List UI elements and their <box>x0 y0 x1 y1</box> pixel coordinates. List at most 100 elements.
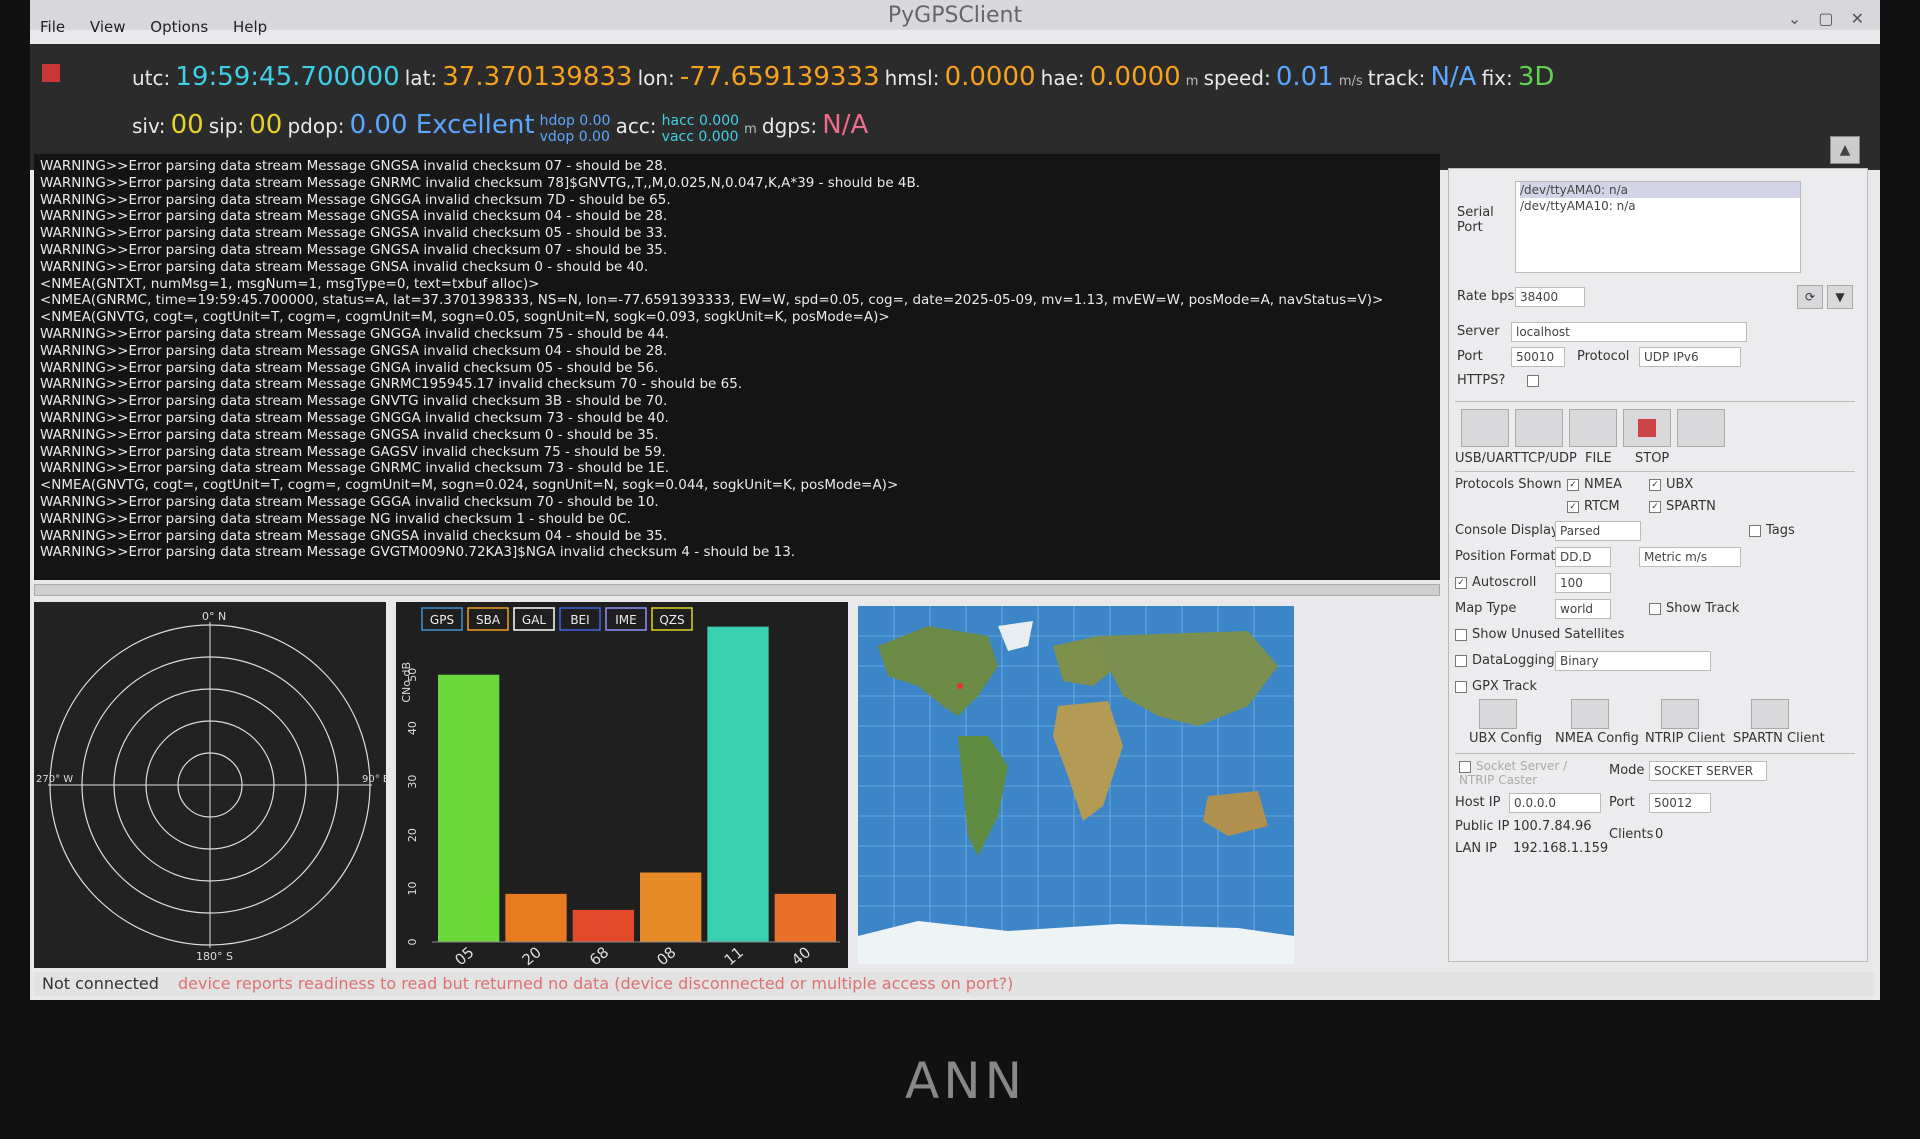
collapse-settings-button[interactable]: ▲ <box>1830 136 1860 164</box>
x-tick-label: 08 <box>653 943 679 968</box>
usb-uart-label: USB/UART <box>1455 451 1521 466</box>
console-line: WARNING>>Error parsing data stream Messa… <box>40 325 669 342</box>
ubx-checkbox[interactable]: ✓ UBX <box>1649 477 1693 492</box>
screen: PyGPSClient ⌄ ▢ ✕ File View Options Help… <box>30 0 1880 1000</box>
legend-label: SBA <box>476 613 501 627</box>
usb-icon[interactable] <box>1461 409 1509 447</box>
port-item-ttyama0[interactable]: /dev/ttyAMA0: n/a <box>1520 182 1800 198</box>
settings-panel: Serial Port /dev/ttyAMA0: n/a /dev/ttyAM… <box>1448 168 1868 962</box>
hmsl-label: hmsl: <box>884 66 940 90</box>
console-line: WARNING>>Error parsing data stream Messa… <box>40 174 921 191</box>
refresh-icon[interactable]: ⟳ <box>1797 285 1823 309</box>
show-unused-checkbox[interactable]: Show Unused Satellites <box>1455 627 1624 642</box>
file-icon[interactable] <box>1569 409 1617 447</box>
server-label: Server <box>1457 324 1500 339</box>
units-select[interactable]: Metric m/s <box>1639 547 1741 567</box>
menu-file[interactable]: File <box>40 18 65 36</box>
host-ip-input[interactable]: 0.0.0.0 <box>1509 793 1601 813</box>
spartn-checkbox[interactable]: ✓ SPARTN <box>1649 499 1716 514</box>
console-line: <NMEA(GNTXT, numMsg=1, msgNum=1, msgType… <box>40 275 540 292</box>
port-label: Port <box>1457 349 1483 364</box>
serial-port-list[interactable]: /dev/ttyAMA0: n/a /dev/ttyAMA10: n/a <box>1515 181 1801 273</box>
speed-value: 0.01 <box>1275 62 1334 92</box>
map-type-select[interactable]: world <box>1555 599 1611 619</box>
mode-select[interactable]: SOCKET SERVER <box>1649 761 1767 781</box>
x-tick-label: 20 <box>519 943 545 968</box>
protocol-select[interactable]: UDP IPv6 <box>1639 347 1741 367</box>
datalogging-select[interactable]: Binary <box>1555 651 1711 671</box>
console-line: WARNING>>Error parsing data stream Messa… <box>40 225 668 242</box>
rate-spinbox[interactable]: 38400 <box>1515 287 1585 307</box>
tags-checkbox[interactable]: Tags <box>1749 523 1795 538</box>
banner-row-1: utc: 19:59:45.700000 lat: 37.370139833 l… <box>132 62 1554 92</box>
autoscroll-spinbox[interactable]: 100 <box>1555 573 1611 593</box>
tcp-icon[interactable] <box>1515 409 1563 447</box>
window-controls[interactable]: ⌄ ▢ ✕ <box>1788 3 1870 35</box>
sip-value: 00 <box>249 110 283 140</box>
console-line: WARNING>>Error parsing data stream Messa… <box>40 359 659 376</box>
datalogging-checkbox[interactable]: DataLogging <box>1455 653 1555 668</box>
ubx-config-icon[interactable] <box>1479 699 1517 729</box>
menu-view[interactable]: View <box>90 18 126 36</box>
bar-08 <box>640 872 702 942</box>
socket-port-input[interactable]: 50012 <box>1649 793 1711 813</box>
ntrip-client-icon[interactable] <box>1661 699 1699 729</box>
gpx-track-checkbox[interactable]: GPX Track <box>1455 679 1537 694</box>
bar-20 <box>505 893 567 942</box>
x-tick-label: 05 <box>451 943 477 968</box>
dop-values: hdop 0.00 vdop 0.00 <box>540 113 611 145</box>
console-horizontal-scrollbar[interactable] <box>34 584 1440 596</box>
console-line: WARNING>>Error parsing data stream Messa… <box>40 493 659 510</box>
port-item-ttyama10[interactable]: /dev/ttyAMA10: n/a <box>1520 198 1800 214</box>
console-panel[interactable]: WARNING>>Error parsing data stream Messa… <box>34 154 1440 580</box>
menu-options[interactable]: Options <box>150 18 208 36</box>
status-banner: utc: 19:59:45.700000 lat: 37.370139833 l… <box>30 44 1880 170</box>
console-display-select[interactable]: Parsed <box>1555 521 1641 541</box>
alt-unit: m <box>1185 74 1199 89</box>
datalogging-label: DataLogging <box>1472 653 1555 668</box>
stop-icon[interactable] <box>1623 409 1671 447</box>
skyview-widget: 0° N 90° E 180° S 270° W <box>34 602 389 968</box>
ubx-label: UBX <box>1666 477 1694 492</box>
server-input[interactable]: localhost <box>1511 322 1747 342</box>
show-track-checkbox[interactable]: Show Track <box>1649 601 1739 616</box>
position-format-label: Position Format <box>1455 549 1556 564</box>
ubx-config-label: UBX Config <box>1469 731 1543 746</box>
nmea-config-icon[interactable] <box>1571 699 1609 729</box>
fix-label: fix: <box>1481 66 1513 90</box>
signal-levels-widget: GPS SBA GAL BEI IME QZS CNo dB 0 10 20 30 40 50 05 20 6… <box>396 602 848 969</box>
public-ip-value: 100.7.84.96 <box>1513 819 1592 834</box>
autoscroll-checkbox[interactable]: ✓ Autoscroll <box>1455 575 1536 590</box>
skyview-plot: 0° N 90° E 180° S 270° W <box>36 610 389 963</box>
spartn-label: SPARTN <box>1666 499 1716 514</box>
console-line: WARNING>>Error parsing data stream Messa… <box>40 510 631 527</box>
menu-help[interactable]: Help <box>233 18 267 36</box>
hacc-value: hacc 0.000 <box>661 112 740 129</box>
clients-value: 0 <box>1655 827 1664 842</box>
nmea-checkbox[interactable]: ✓ NMEA <box>1567 477 1622 492</box>
sip-label: sip: <box>208 114 245 138</box>
skyview-south: 180° S <box>196 950 233 963</box>
exit-icon[interactable] <box>1677 409 1725 447</box>
position-format-select[interactable]: DD.D <box>1555 547 1611 567</box>
rtcm-checkbox[interactable]: ✓ RTCM <box>1567 499 1620 514</box>
socket-server-checkbox[interactable]: Socket Server / NTRIP Caster <box>1459 759 1569 787</box>
console-line: WARNING>>Error parsing data stream Messa… <box>40 258 649 275</box>
world-map-image <box>858 606 1294 964</box>
protocol-label: Protocol <box>1577 349 1630 364</box>
console-line: WARNING>>Error parsing data stream Messa… <box>40 409 669 426</box>
spartn-client-icon[interactable] <box>1751 699 1789 729</box>
https-checkbox[interactable] <box>1527 373 1544 388</box>
console-line: WARNING>>Error parsing data stream Messa… <box>40 426 659 443</box>
x-tick-label: 40 <box>788 943 814 968</box>
acc-unit: m <box>744 122 757 137</box>
lat-value: 37.370139833 <box>442 62 633 92</box>
chevron-down-icon[interactable]: ▼ <box>1827 285 1853 309</box>
lon-label: lon: <box>637 66 675 90</box>
rate-label: Rate bps <box>1457 289 1515 304</box>
y-tick-label: 10 <box>406 882 419 896</box>
port-input[interactable]: 50010 <box>1511 347 1565 367</box>
console-line: WARNING>>Error parsing data stream Messa… <box>40 393 668 410</box>
status-bar: Not connected device reports readiness t… <box>34 972 1874 996</box>
x-tick-label: 11 <box>721 943 747 968</box>
